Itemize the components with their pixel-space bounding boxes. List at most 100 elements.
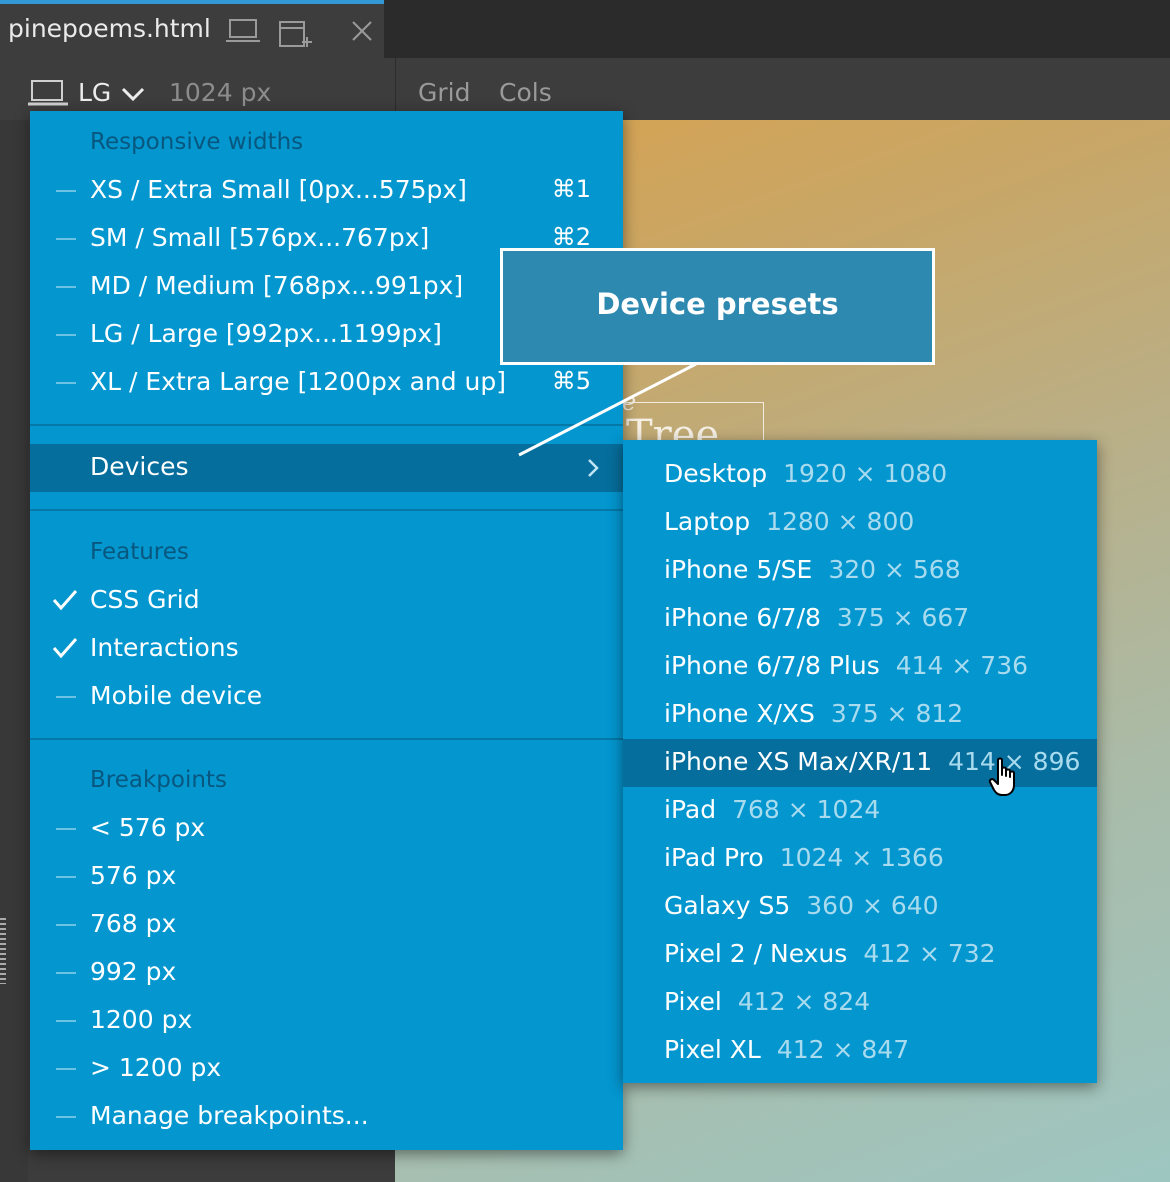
dash-icon (56, 1068, 76, 1070)
device-size: 360 × 640 (806, 891, 939, 920)
device-name: iPhone 6/7/8 (664, 603, 821, 632)
device-item-desktop[interactable]: Desktop 1920 × 1080 (623, 451, 1097, 499)
menu-item-label: Devices (90, 452, 189, 481)
menu-item-label: XL / Extra Large [1200px and up] (90, 367, 507, 396)
devices-submenu: Desktop 1920 × 1080 Laptop 1280 × 800 iPho… (623, 440, 1097, 1083)
menu-item-label: MD / Medium [768px...991px] (90, 271, 464, 300)
width-label: 1024 px (169, 78, 272, 107)
document-tab[interactable]: pinepoems.html (0, 0, 384, 58)
menu-item-css-grid[interactable]: CSS Grid (30, 577, 623, 625)
shortcut: ⌘1 (551, 175, 591, 203)
resize-grip[interactable] (0, 918, 6, 984)
device-item-ipad-pro[interactable]: iPad Pro 1024 × 1366 (623, 835, 1097, 883)
device-item-iphone-6-7-8[interactable]: iPhone 6/7/8 375 × 667 (623, 595, 1097, 643)
dash-icon (56, 924, 76, 926)
menu-item-xs[interactable]: XS / Extra Small [0px...575px] ⌘1 (30, 167, 623, 215)
dash-icon (56, 1116, 76, 1118)
menu-item-devices[interactable]: Devices (30, 444, 623, 492)
device-name: Laptop (664, 507, 751, 536)
menu-item-breakpoint[interactable]: 576 px (30, 853, 623, 901)
menu-item-label: Mobile device (90, 681, 263, 710)
menu-separator (30, 738, 623, 740)
device-name: Galaxy S5 (664, 891, 791, 920)
device-name: Pixel (664, 987, 722, 1016)
menu-separator (30, 424, 623, 426)
device-name: Pixel XL (664, 1035, 761, 1064)
device-size: 412 × 847 (776, 1035, 910, 1064)
device-size: 320 × 568 (828, 555, 961, 584)
menu-item-manage-breakpoints[interactable]: Manage breakpoints... (30, 1093, 623, 1141)
section-responsive-widths: Responsive widths (90, 129, 304, 155)
checkmark-icon (52, 589, 78, 615)
menu-item-label: 1200 px (90, 1005, 193, 1034)
device-size: 375 × 812 (830, 699, 964, 728)
dash-icon (56, 334, 76, 336)
menu-item-label: 992 px (90, 957, 177, 986)
device-size: 412 × 732 (863, 939, 996, 968)
device-name: Pixel 2 / Nexus (664, 939, 848, 968)
menu-item-breakpoint[interactable]: < 576 px (30, 805, 623, 853)
checkmark-icon (52, 637, 78, 663)
menu-item-breakpoint[interactable]: 992 px (30, 949, 623, 997)
menu-item-mobile-device[interactable]: Mobile device (30, 673, 623, 721)
dash-icon (56, 190, 76, 192)
dash-icon (56, 382, 76, 384)
menu-item-label: Interactions (90, 633, 239, 662)
section-breakpoints: Breakpoints (90, 767, 227, 793)
dash-icon (56, 1020, 76, 1022)
device-size: 375 × 667 (836, 603, 970, 632)
device-item-pixel[interactable]: Pixel 412 × 824 (623, 979, 1097, 1027)
laptop-icon (28, 78, 68, 112)
menu-item-label: 576 px (90, 861, 177, 890)
device-size: 414 × 736 (895, 651, 1029, 680)
menu-item-label: Manage breakpoints... (90, 1101, 369, 1130)
device-presets-callout: Device presets (500, 248, 935, 365)
device-name: iPhone 5/SE (664, 555, 813, 584)
menu-item-interactions[interactable]: Interactions (30, 625, 623, 673)
dash-icon (56, 696, 76, 698)
tab-title: pinepoems.html (8, 14, 211, 43)
new-window-icon[interactable] (278, 16, 312, 54)
menu-item-label: 768 px (90, 909, 177, 938)
menu-item-breakpoint[interactable]: > 1200 px (30, 1045, 623, 1093)
device-item-galaxy-s5[interactable]: Galaxy S5 360 × 640 (623, 883, 1097, 931)
close-icon[interactable] (351, 20, 373, 46)
menu-item-label: > 1200 px (90, 1053, 222, 1082)
menu-item-breakpoint[interactable]: 1200 px (30, 997, 623, 1045)
tab-bar: pinepoems.html (0, 0, 1170, 58)
dash-icon (56, 972, 76, 974)
device-size: 412 × 824 (737, 987, 871, 1016)
chevron-right-icon (586, 458, 600, 482)
device-item-iphone-5-se[interactable]: iPhone 5/SE 320 × 568 (623, 547, 1097, 595)
device-size: 1280 × 800 (766, 507, 915, 536)
menu-item-breakpoint[interactable]: 768 px (30, 901, 623, 949)
dash-icon (56, 828, 76, 830)
laptop-icon[interactable] (226, 16, 260, 50)
menu-item-label: < 576 px (90, 813, 206, 842)
device-label: LG (78, 78, 112, 107)
device-item-ipad[interactable]: iPad 768 × 1024 (623, 787, 1097, 835)
device-item-pixel-xl[interactable]: Pixel XL 412 × 847 (623, 1027, 1097, 1075)
device-size: 1024 × 1366 (779, 843, 944, 872)
device-item-iphone-xs-max[interactable]: iPhone XS Max/XR/11 414 × 896 (623, 739, 1097, 787)
device-name: iPhone X/XS (664, 699, 815, 728)
menu-separator (30, 509, 623, 511)
grid-toggle[interactable]: Grid (418, 78, 470, 107)
device-item-laptop[interactable]: Laptop 1280 × 800 (623, 499, 1097, 547)
menu-item-label: SM / Small [576px...767px] (90, 223, 430, 252)
shortcut: ⌘2 (551, 223, 591, 251)
left-panel (0, 120, 28, 1182)
device-item-iphone-x-xs[interactable]: iPhone X/XS 375 × 812 (623, 691, 1097, 739)
shortcut: ⌘5 (551, 367, 591, 395)
callout-text: Device presets (596, 287, 839, 321)
cols-toggle[interactable]: Cols (499, 78, 552, 107)
menu-item-xl[interactable]: XL / Extra Large [1200px and up] ⌘5 (30, 359, 623, 407)
menu-item-label: XS / Extra Small [0px...575px] (90, 175, 467, 204)
dash-icon (56, 876, 76, 878)
device-item-iphone-6-7-8-plus[interactable]: iPhone 6/7/8 Plus 414 × 736 (623, 643, 1097, 691)
device-name: Desktop (664, 459, 768, 488)
device-item-pixel-2-nexus[interactable]: Pixel 2 / Nexus 412 × 732 (623, 931, 1097, 979)
section-features: Features (90, 539, 189, 565)
chevron-down-icon (121, 86, 145, 106)
device-size: 768 × 1024 (732, 795, 881, 824)
